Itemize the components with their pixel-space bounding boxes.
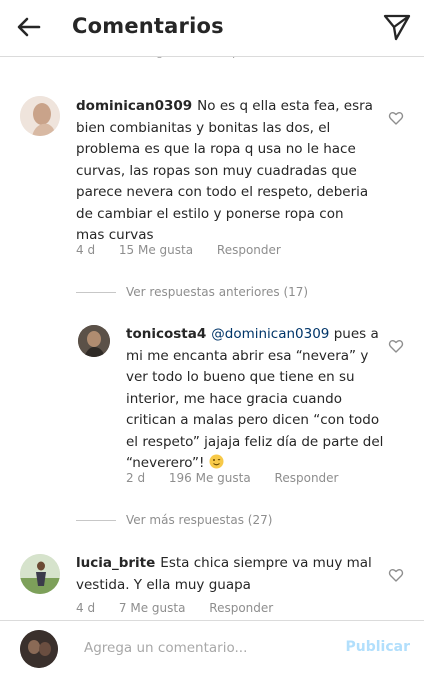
view-earlier-replies-button[interactable]: Ver respuestas anteriores (17) <box>76 285 308 299</box>
avatar[interactable] <box>78 325 110 357</box>
send-icon[interactable] <box>382 12 412 42</box>
header-bar: Comentarios <box>0 0 424 57</box>
comment-likes[interactable]: 7 Me gusta <box>119 601 186 615</box>
comment-time: 2 d <box>126 471 146 485</box>
comment-time: 4 d <box>76 243 96 257</box>
comment-body: lucia_brite Esta chica siempre va muy mal… <box>76 553 376 596</box>
comment-meta: 4 d 7 Me gusta Responder <box>76 601 293 615</box>
comment-likes[interactable]: 15 Me gusta <box>119 243 193 257</box>
avatar[interactable] <box>20 96 60 136</box>
mention-link[interactable]: @dominican0309 <box>211 326 329 342</box>
divider-line <box>76 520 116 521</box>
avatar-photo <box>20 630 58 668</box>
avatar <box>20 630 58 668</box>
comment-meta: 4 d 15 Me gusta Responder <box>76 243 301 257</box>
reply-button[interactable]: Responder <box>209 601 273 615</box>
publish-button[interactable]: Publicar <box>346 639 411 655</box>
avatar[interactable] <box>20 554 60 594</box>
comment-likes[interactable]: 196 Me gusta <box>169 471 251 485</box>
heart-icon[interactable] <box>388 567 404 583</box>
back-arrow-icon[interactable] <box>14 12 44 42</box>
comment-text: pues a mi me encanta abrir esa “nevera” … <box>126 326 384 471</box>
page-title: Comentarios <box>72 14 224 38</box>
avatar-photo <box>20 96 60 136</box>
view-replies-label[interactable]: Ver respuestas anteriores (17) <box>126 285 308 299</box>
comment-username[interactable]: lucia_brite <box>76 555 155 571</box>
avatar-photo <box>78 325 110 357</box>
comment-composer: Publicar <box>0 620 424 674</box>
comment-text: No es q ella esta fea, esra bien combian… <box>76 98 373 243</box>
comment-username[interactable]: dominican0309 <box>76 98 192 114</box>
comment-body: dominican0309 No es q ella esta fea, esra… <box>76 96 376 247</box>
comment-meta: 2 d 196 Me gusta Responder <box>126 471 358 485</box>
avatar-photo <box>20 554 60 594</box>
heart-icon[interactable] <box>388 338 404 354</box>
view-more-replies-button[interactable]: Ver más respuestas (27) <box>76 513 272 527</box>
emoji-icon <box>209 454 224 469</box>
heart-icon[interactable] <box>388 110 404 126</box>
comment-username[interactable]: tonicosta4 <box>126 326 206 342</box>
comment-input[interactable] <box>82 635 336 661</box>
comment-body: tonicosta4 @dominican0309 pues a mi me en… <box>126 324 388 475</box>
comment-time: 4 d <box>76 601 96 615</box>
divider-line <box>76 292 116 293</box>
reply-button[interactable]: Responder <box>217 243 281 257</box>
view-replies-label[interactable]: Ver más respuestas (27) <box>126 513 272 527</box>
reply-button[interactable]: Responder <box>275 471 339 485</box>
